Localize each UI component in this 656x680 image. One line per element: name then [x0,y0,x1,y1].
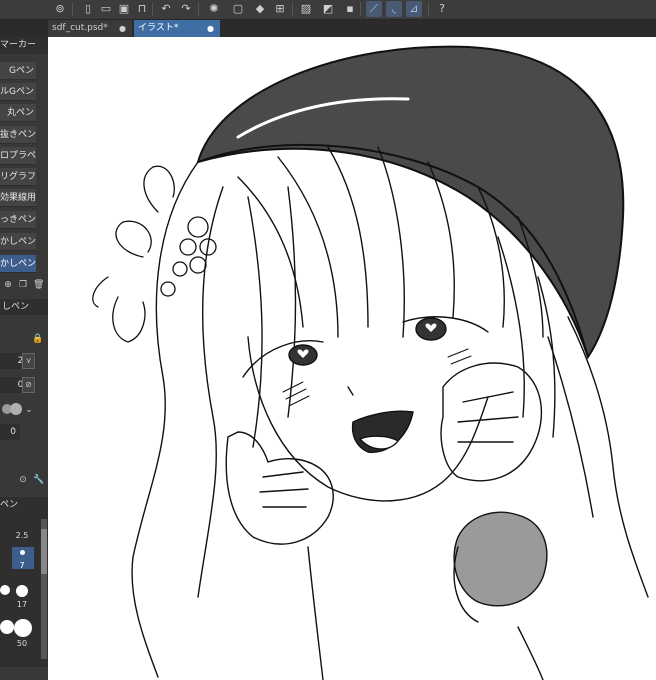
open-file-icon[interactable]: ▭ [98,1,114,17]
snap-grid-icon[interactable]: ⊿ [406,1,422,17]
sub-tool-item[interactable]: っきペン [0,211,36,229]
anti-alias-preview[interactable] [10,403,22,415]
copy-subtool-icon[interactable]: ⊕ [3,280,13,290]
save-icon[interactable]: ▣ [116,1,132,17]
document-tab-bar: sdf_cut.psd* ● イラスト* ● [0,20,656,37]
sub-tool-item[interactable]: リグラフィ [0,168,36,186]
snap-ruler-icon[interactable]: ⟋ [366,1,382,17]
sub-tool-item-selected[interactable]: かしペン [0,255,36,273]
tab-close-icon[interactable]: ● [207,20,214,37]
sub-tool-group-header[interactable]: マーカー [0,37,48,54]
lineart [92,45,649,680]
right-hand [440,362,543,482]
duplicate-icon[interactable]: ❐ [18,280,28,290]
tab-label: イラスト* [138,23,179,33]
toolbar-separator [198,2,199,16]
brush-size-label[interactable]: 50 [14,639,30,648]
chevron-down-icon[interactable]: ⌄ [24,405,34,415]
brush-size-label[interactable]: 17 [14,600,30,609]
hair-right [567,316,649,598]
settings-icon[interactable]: ⊙ [18,475,28,485]
opacity-dynamics-button[interactable]: ⊘ [22,377,35,393]
brush-size-dot[interactable] [20,550,25,555]
fill-selection-icon[interactable]: ◩ [320,1,336,17]
scroll-thumb[interactable] [41,529,47,574]
sub-tool-item[interactable]: 抜きペン [0,126,36,144]
drawing-canvas[interactable] [48,37,656,680]
undo-icon[interactable]: ↶ [158,1,174,17]
left-hand-fingers [259,471,309,508]
stepper-icon[interactable]: ⌃ [8,427,18,437]
hair-flower [92,165,217,343]
toolbar-separator [292,2,293,16]
brush-size-title: ペン [0,500,19,510]
redo-icon[interactable]: ↷ [178,1,194,17]
transform-icon[interactable]: ⊞ [272,1,288,17]
sub-tool-item[interactable]: かしペン [0,233,36,251]
right-hand-fingers [457,391,519,443]
sub-tool-item[interactable]: ルGペン [0,83,36,101]
wrench-icon[interactable]: 🔧 [33,475,44,485]
hide-selection-icon[interactable]: ▨ [298,1,314,17]
brush-size-dot[interactable] [16,585,28,597]
toolbar-separator [152,2,153,16]
sub-tool-panel: マーカー Gペン ルGペン 丸ペン 抜きペン ロプラペン リグラフィ 効果線用 … [0,37,48,680]
illustration [92,45,649,680]
loading-icon[interactable]: ✺ [206,1,222,17]
fill-icon[interactable]: ◆ [252,1,268,17]
tab-illustration[interactable]: イラスト* ● [134,20,220,37]
snap-special-ruler-icon[interactable]: ◟ [386,1,402,17]
lock-icon[interactable]: 🔒 [32,334,43,344]
sub-tool-item[interactable]: 効果線用 [0,189,36,207]
print-icon[interactable]: ⊓ [134,1,150,17]
blush-right [447,348,472,365]
selection-launcher-icon[interactable]: ▪ [342,1,358,17]
brush-size-dot[interactable] [0,585,10,595]
sub-tool-item[interactable]: ロプラペン [0,147,36,165]
new-file-icon[interactable]: ▯ [80,1,96,17]
sub-tool-item[interactable]: 丸ペン [0,104,36,122]
toolbar-separator [360,2,361,16]
nose [347,386,354,396]
palette-scrollbar[interactable] [41,519,47,659]
trash-icon[interactable]: 🗑 [33,280,44,290]
brush-size-label[interactable]: 7 [14,561,30,570]
app-menu-icon[interactable]: ⊚ [52,1,68,17]
help-icon[interactable]: ? [434,1,450,17]
tab-sdf-cut[interactable]: sdf_cut.psd* ● [48,20,132,37]
main-toolbar: ⊚ ▯ ▭ ▣ ⊓ ↶ ↷ ✺ ▢ ◆ ⊞ ▨ ◩ ▪ ⟋ ◟ ⊿ ? [0,0,656,20]
sub-tool-item[interactable]: Gペン [0,62,36,80]
left-hand [225,431,334,545]
brush-size-dot[interactable] [0,620,14,634]
clear-icon[interactable]: ▢ [230,1,246,17]
toolbar-separator [428,2,429,16]
toolbar-separator [72,2,73,16]
brush-size-dot[interactable] [14,619,32,637]
hair-left-inner [197,186,224,598]
tab-close-icon[interactable]: ● [119,20,126,37]
brush-size-dynamics-button[interactable]: ⋎ [22,353,35,369]
blush-left [282,381,310,407]
scrunchie [453,511,548,607]
tool-property-title: しペン [0,299,48,315]
hair-right-inner [547,336,594,518]
tab-label: sdf_cut.psd* [52,23,108,33]
brush-size-label[interactable]: 2.5 [14,531,30,540]
